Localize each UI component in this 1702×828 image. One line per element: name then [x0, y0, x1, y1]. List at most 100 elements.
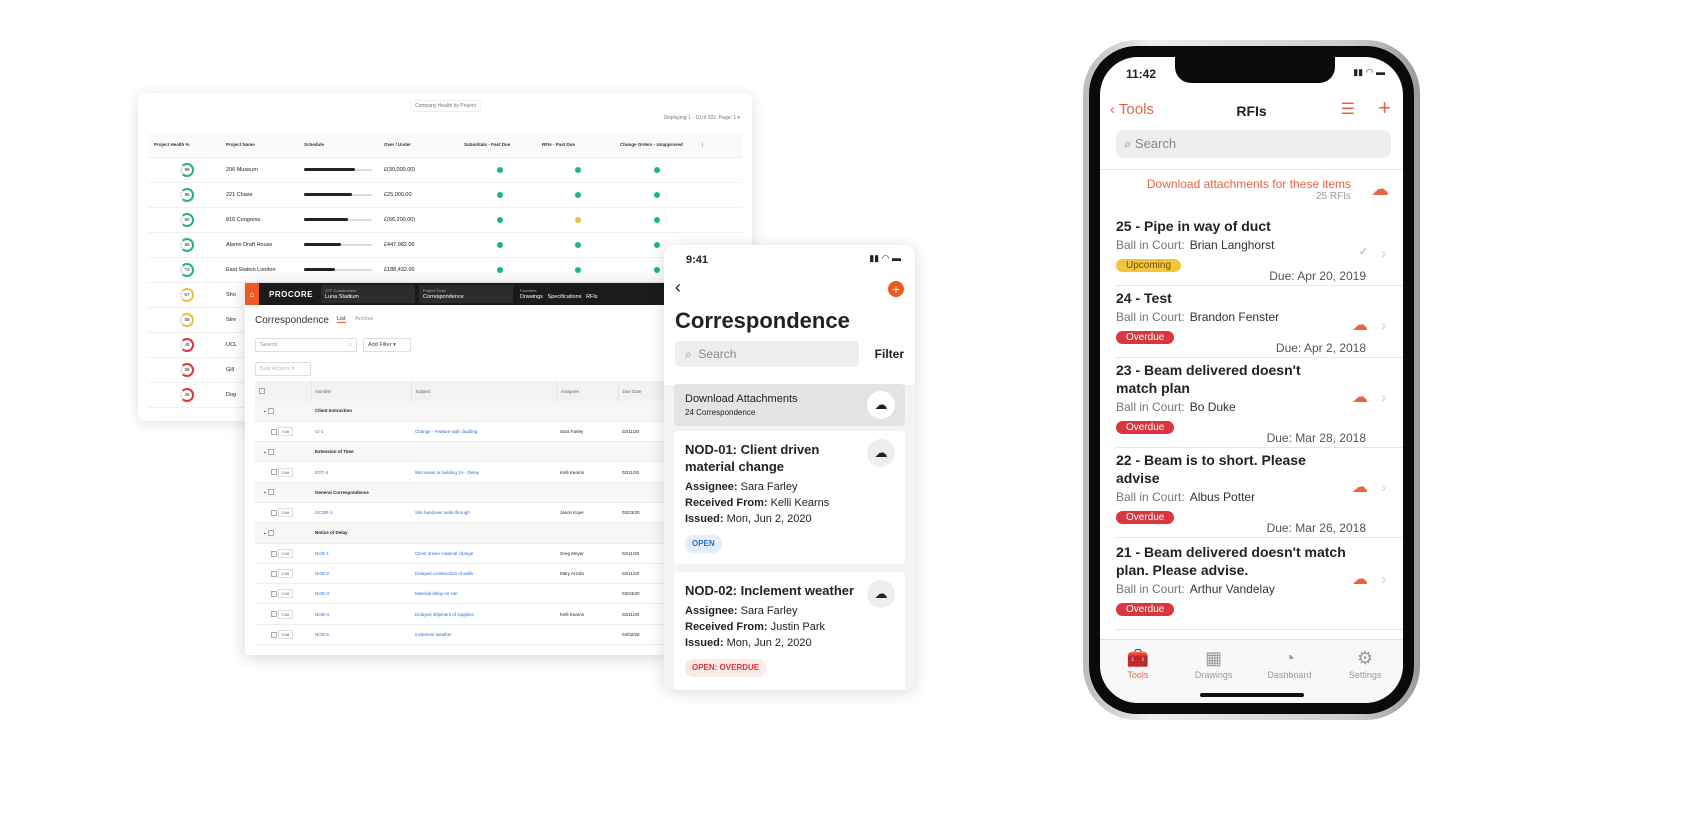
procore-logo[interactable]: PROCORE	[259, 290, 321, 299]
project-name[interactable]: 816 Congress	[220, 207, 298, 233]
subject-link[interactable]: Client driven material change	[411, 543, 556, 564]
cloud-download-icon[interactable]: ☁	[867, 391, 895, 419]
row-checkbox[interactable]	[271, 550, 277, 557]
number-link[interactable]: NOD-4	[311, 603, 411, 625]
chevron-down-icon[interactable]: ⌄	[263, 408, 267, 413]
tool-select[interactable]: Project Tools Correspondence	[419, 285, 513, 303]
chevron-down-icon[interactable]: ⌄	[263, 449, 267, 454]
group-row[interactable]: ⌄ Notice of Delay	[255, 522, 665, 544]
rfi-item[interactable]: 25 - Pipe in way of duct Ball in Court: B…	[1116, 217, 1386, 285]
subject-link[interactable]: Site handover walk-through	[411, 502, 556, 524]
rfi-item[interactable]: 23 - Beam delivered doesn't match plan B…	[1116, 361, 1386, 447]
tab-tools[interactable]: 🧰 Tools	[1108, 648, 1168, 703]
col-subject[interactable]: Subject	[411, 381, 557, 401]
edit-button[interactable]: Edit	[278, 609, 294, 619]
company-select[interactable]: STF Construction Luna Stadium	[321, 285, 415, 303]
col-header[interactable]: Submittals - Past Due	[458, 133, 536, 158]
subject-link[interactable]: Inclement weather	[411, 624, 556, 646]
rfi-item[interactable]: 24 - Test Ball in Court: Brandon Fenster …	[1116, 289, 1386, 357]
fav-specifications[interactable]: Specifications	[548, 294, 582, 300]
row-checkbox[interactable]	[271, 509, 277, 516]
col-header[interactable]: Over / Under	[378, 133, 458, 158]
row-checkbox[interactable]	[271, 469, 277, 476]
row-checkbox[interactable]	[271, 591, 277, 598]
table-row[interactable]: 98 206 Museum £(30,000.00)	[148, 157, 742, 183]
correspondence-card[interactable]: NOD-02: Inclement weather Assignee: Sara…	[674, 572, 905, 690]
fav-rfis[interactable]: RFIs	[586, 294, 598, 300]
rfi-item[interactable]: 22 - Beam is to short. Please advise Bal…	[1116, 451, 1386, 537]
row-checkbox[interactable]	[271, 570, 277, 577]
group-row[interactable]: ⌄ Client Instruction	[255, 401, 665, 422]
home-icon[interactable]: ⌂	[245, 283, 259, 305]
col-header[interactable]: Project Health %	[148, 133, 220, 158]
col-header[interactable]: RFIs - Past Due	[536, 133, 614, 158]
download-attachments-button[interactable]: Download Attachments 24 Correspondence ☁	[674, 384, 905, 426]
back-icon[interactable]: ‹	[675, 277, 681, 298]
filter-sliders-icon[interactable]: ☰	[1341, 99, 1355, 119]
cloud-download-icon[interactable]: ☁	[867, 439, 895, 467]
number-link[interactable]: GCOR-1	[311, 502, 411, 524]
col-header[interactable]: Schedule	[298, 133, 378, 158]
table-row[interactable]: Edit NOD-3 Material delay on site 03/23/2…	[255, 583, 665, 605]
edit-button[interactable]: Edit	[278, 467, 294, 477]
filter-button[interactable]: Filter	[875, 347, 904, 361]
table-row[interactable]: 90 816 Congress £(66,200.00)	[148, 207, 742, 233]
table-row[interactable]: Edit NOD-1 Client driven material change …	[255, 543, 665, 564]
download-attachments-link[interactable]: Download attachments for these items 25 R…	[1147, 177, 1351, 202]
table-row[interactable]: Edit EOT-4 Wet areas in building 2A - Del…	[255, 461, 665, 483]
search-input[interactable]: Search ⌕	[255, 338, 357, 352]
group-checkbox[interactable]	[268, 448, 275, 455]
number-link[interactable]: NOD-3	[311, 583, 411, 605]
add-icon[interactable]: +	[888, 281, 904, 297]
chevron-down-icon[interactable]: ⌄	[263, 530, 267, 535]
group-checkbox[interactable]	[268, 489, 275, 496]
cloud-download-icon[interactable]: ☁	[1352, 387, 1368, 407]
col-number[interactable]: Number	[311, 381, 412, 401]
group-checkbox[interactable]	[268, 407, 275, 414]
edit-button[interactable]: Edit	[278, 569, 294, 579]
subject-link[interactable]: Delayed shipment of supplies	[411, 603, 556, 625]
page-select[interactable]: 1	[733, 115, 736, 121]
bulk-actions-button[interactable]: Bulk Actions ▾	[255, 362, 311, 376]
cloud-download-icon[interactable]: ☁	[1352, 315, 1368, 335]
search-input[interactable]: ⌕ Search	[675, 341, 859, 367]
table-row[interactable]: Edit GCOR-1 Site handover walk-through Ja…	[255, 502, 665, 524]
chevron-down-icon[interactable]: ⌄	[263, 489, 267, 494]
subject-link[interactable]: Delayed construction of walls	[411, 563, 556, 585]
row-checkbox[interactable]	[271, 428, 277, 435]
edit-button[interactable]: Edit	[278, 508, 294, 518]
add-icon[interactable]: +	[1378, 95, 1391, 121]
subject-link[interactable]: Material delay on site	[411, 583, 556, 605]
cloud-download-icon[interactable]: ☁	[1371, 179, 1389, 200]
cloud-download-icon[interactable]: ☁	[867, 580, 895, 608]
table-row[interactable]: 85 Alamo Draft House £447,982.00	[148, 232, 742, 258]
edit-button[interactable]: Edit	[278, 426, 294, 436]
table-row[interactable]: 95 221 Chase £25,000.00	[148, 182, 742, 208]
project-name[interactable]: East Station London	[220, 257, 298, 283]
correspondence-card[interactable]: NOD-01: Client driven material change As…	[674, 431, 905, 564]
cloud-download-icon[interactable]: ☁	[1352, 477, 1368, 497]
table-row[interactable]: Edit NOD-2 Delayed construction of walls …	[255, 563, 665, 585]
col-assignee[interactable]: Assignee	[556, 381, 619, 401]
table-row[interactable]: 72 East Station London £188,432.00	[148, 257, 742, 283]
row-checkbox[interactable]	[271, 611, 277, 618]
col-due-date[interactable]: Due Date	[618, 381, 665, 401]
number-link[interactable]: NOD-2	[311, 563, 411, 585]
subject-link[interactable]: Wet areas in building 2A - Delay	[411, 461, 556, 483]
tab-archive[interactable]: Archive	[355, 316, 373, 322]
col-header[interactable]: Project Name	[220, 133, 298, 158]
group-row[interactable]: ⌄ General Correspondence	[255, 482, 665, 503]
add-filter-button[interactable]: Add Filter ▾	[363, 338, 411, 352]
number-link[interactable]: NOD-5	[311, 624, 411, 646]
subject-link[interactable]: Change - Feature wall cladding	[411, 421, 556, 443]
number-link[interactable]: CI-1	[311, 421, 411, 443]
more-icon[interactable]: ⋮	[694, 133, 742, 158]
cloud-download-icon[interactable]: ☁	[1352, 569, 1368, 589]
number-link[interactable]: EOT-4	[311, 461, 411, 483]
edit-button[interactable]: Edit	[278, 548, 294, 558]
project-name[interactable]: 206 Museum	[220, 157, 298, 183]
search-input[interactable]: ⌕ Search	[1116, 130, 1391, 158]
table-row[interactable]: Edit NOD-5 Inclement weather 04/02/20	[255, 624, 665, 646]
row-checkbox[interactable]	[271, 631, 277, 638]
table-row[interactable]: Edit CI-1 Change - Feature wall cladding …	[255, 421, 665, 443]
